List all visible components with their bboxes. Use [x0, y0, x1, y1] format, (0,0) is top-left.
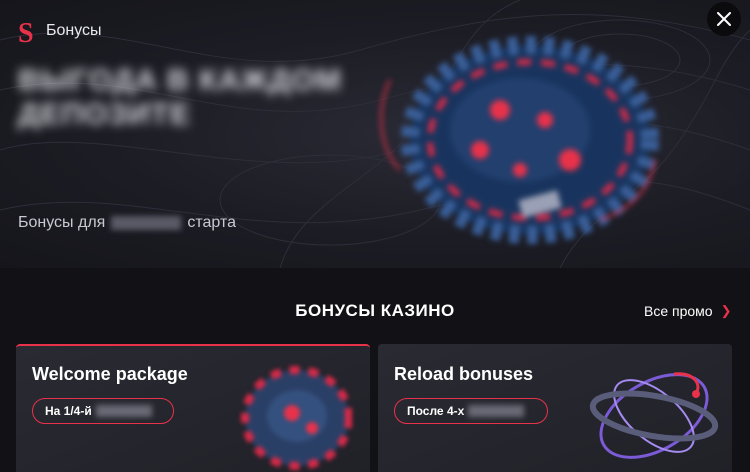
casino-bonuses-section: БОНУСЫ КАЗИНО Все промо ❯ Welcome packag… — [0, 268, 750, 472]
card-title: Welcome package — [32, 364, 188, 384]
bonus-card-reload[interactable]: Reload bonuses После 4-х — [378, 344, 732, 472]
svg-text:S: S — [18, 18, 34, 46]
bonus-badge: На 1/4-й — [32, 398, 174, 424]
hero-headline: Выгода в каждом депозите — [18, 64, 342, 131]
blurred-text — [111, 215, 182, 230]
bonus-badge: После 4-х — [394, 398, 548, 424]
blurred-text — [468, 405, 525, 417]
close-button[interactable] — [707, 2, 741, 36]
blurred-text — [95, 405, 152, 417]
bonus-card-welcome[interactable]: Welcome package На 1/4-й — [16, 344, 370, 472]
section-title: БОНУСЫ КАЗИНО — [295, 301, 455, 320]
hero-subline: Бонусы для старта — [18, 214, 236, 232]
reload-ring-icon — [589, 372, 719, 459]
badge-label: На 1/4-й — [45, 404, 92, 418]
casino-chip-illustration — [380, 36, 659, 244]
chevron-right-icon: ❯ — [720, 303, 732, 318]
subline-prefix: Бонусы для — [18, 214, 106, 231]
close-icon — [717, 12, 731, 26]
card-title: Reload bonuses — [394, 364, 534, 384]
casino-chip-icon — [241, 366, 352, 470]
all-promo-label: Все промо — [644, 303, 713, 319]
brand-logo[interactable]: S — [16, 18, 36, 46]
subline-suffix: старта — [187, 214, 236, 231]
all-promo-link[interactable]: Все промо ❯ — [644, 303, 731, 319]
hero-banner: S Бонусы Выгода в каждом депозите Бонусы… — [0, 0, 750, 268]
badge-label: После 4-х — [407, 404, 465, 418]
page-title: Бонусы — [46, 22, 102, 39]
